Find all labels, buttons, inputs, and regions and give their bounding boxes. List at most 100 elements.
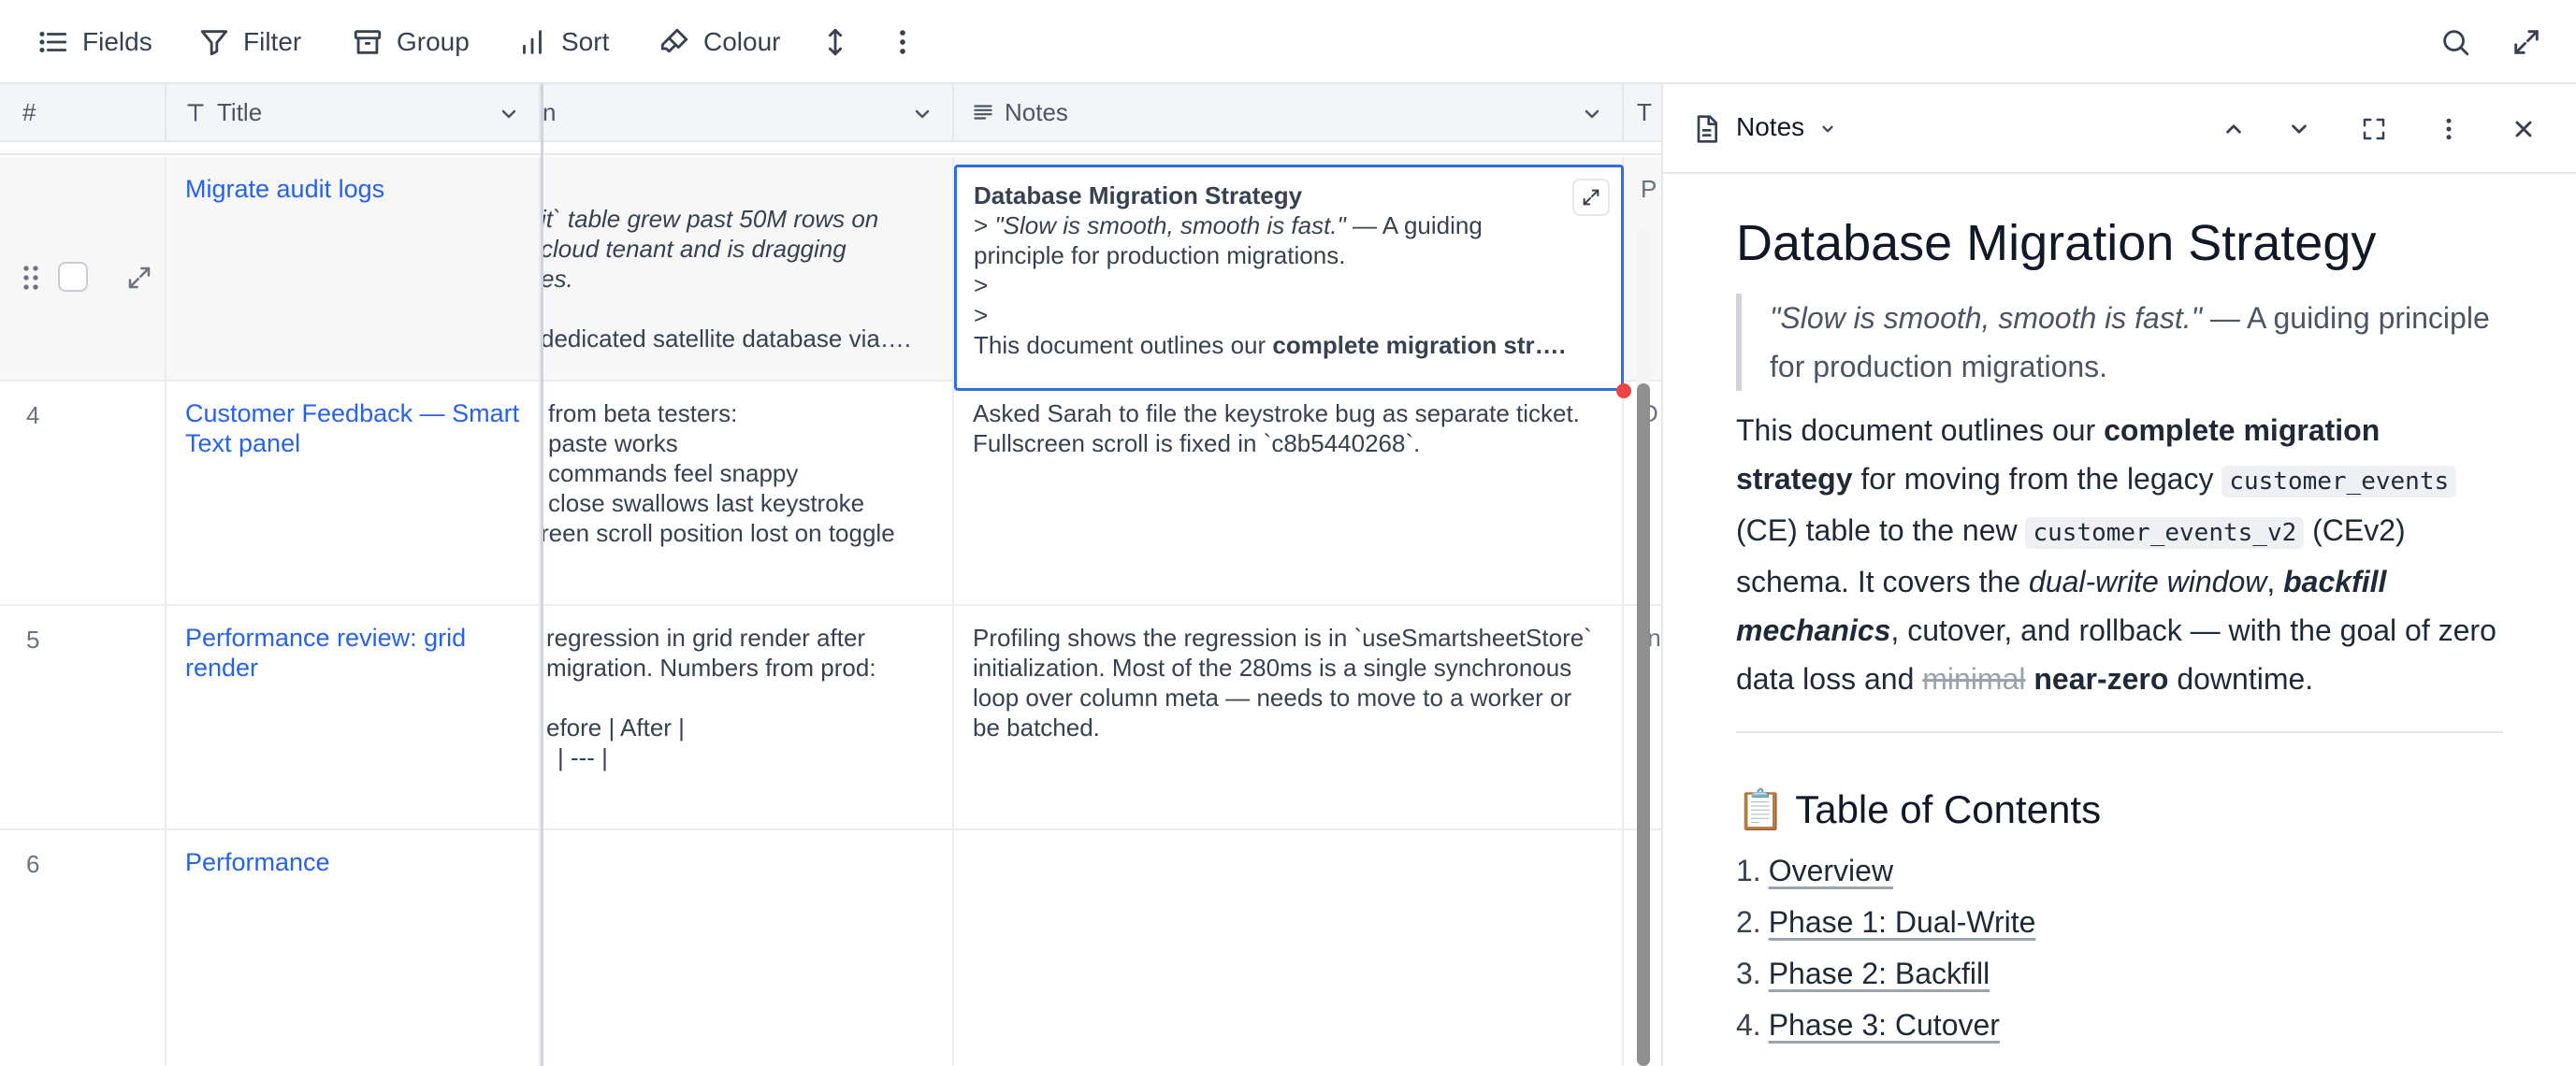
description-cell[interactable] — [541, 830, 954, 1066]
description-line: commands feel snappy — [548, 459, 799, 487]
maximize-button[interactable] — [2357, 112, 2391, 146]
panel-more-button[interactable] — [2432, 112, 2466, 146]
search-button[interactable] — [2439, 21, 2471, 64]
expand-row-icon[interactable] — [125, 264, 153, 292]
active-cell-line: > "Slow is smooth, smooth is fast." — A … — [974, 210, 1604, 240]
previous-record-button[interactable] — [2217, 112, 2250, 146]
more-options-button[interactable] — [887, 21, 919, 64]
table-row[interactable]: 4 Customer Feedback — Smart Text panel f… — [0, 382, 1661, 606]
header-description-label: n — [543, 97, 557, 126]
chevron-down-icon[interactable] — [1581, 103, 1603, 125]
toc-link[interactable]: Overview — [1769, 854, 1893, 887]
next-record-button[interactable] — [2282, 112, 2316, 146]
chevron-down-icon[interactable] — [498, 103, 520, 125]
title-cell[interactable]: Performance review: grid render — [166, 606, 541, 828]
quote-rest: — A guiding — [1345, 211, 1483, 239]
title-link[interactable]: Performance review: grid render — [185, 624, 466, 682]
rich-text-document[interactable]: Database Migration Strategy "Slow is smo… — [1736, 213, 2503, 1051]
quote-marker: > — [974, 211, 995, 239]
notes-cell[interactable] — [954, 830, 1624, 1066]
title-link[interactable]: Customer Feedback — Smart Text panel — [185, 399, 519, 457]
active-cell-line: > — [974, 301, 989, 329]
panel-header: Notes — [1663, 84, 2576, 174]
description-line — [541, 294, 935, 324]
description-line: | --- | — [557, 743, 608, 771]
row-number-cell: 6 — [0, 830, 166, 1066]
row-number: 6 — [26, 850, 40, 878]
expand-icon — [2514, 30, 2539, 54]
toc-heading: 📋 Table of Contents — [1736, 787, 2102, 831]
title-cell[interactable]: Performance — [166, 830, 541, 1066]
fill-handle[interactable] — [1616, 383, 1631, 398]
toc-link[interactable]: Phase 2: Backfill — [1769, 957, 1990, 990]
description-line: migration. Numbers from prod: — [546, 654, 876, 682]
chevron-down-icon[interactable] — [911, 103, 933, 125]
drag-handle-icon[interactable] — [21, 264, 41, 292]
toc-number: 1. — [1736, 854, 1761, 887]
quote-italic: "Slow is smooth, smooth is fast." — [1770, 301, 2202, 335]
description-cell[interactable]: it` table grew past 50M rows on cloud te… — [541, 157, 954, 380]
toc-item: 1. Overview — [1736, 845, 2503, 897]
fields-button[interactable]: Fields — [37, 21, 152, 64]
fullscreen-button[interactable] — [2511, 21, 2542, 64]
description-line: es. — [541, 265, 573, 293]
table-row[interactable]: 6 Performance — [0, 830, 1661, 1066]
sort-label: Sort — [561, 27, 610, 56]
notes-cell[interactable]: Profiling shows the regression is in `us… — [954, 606, 1624, 828]
frozen-column-divider — [541, 84, 543, 1066]
header-extra[interactable]: T — [1624, 84, 1661, 142]
title-link[interactable]: Migrate audit logs — [185, 175, 384, 203]
header-extra-label: T — [1637, 97, 1652, 126]
line-text: This document outlines our — [974, 331, 1273, 359]
header-description[interactable]: n — [541, 84, 954, 142]
inline-code: customer_events — [2221, 466, 2457, 497]
filter-button[interactable]: Filter — [198, 21, 301, 64]
description-cell[interactable]: from beta testers: paste works commands … — [541, 382, 954, 604]
panel-field-selector[interactable]: Notes — [1736, 112, 1836, 142]
vertical-scrollbar-thumb[interactable] — [1637, 383, 1650, 1066]
notes-cell[interactable]: Asked Sarah to file the keystroke bug as… — [954, 382, 1624, 604]
title-cell[interactable]: Migrate audit logs — [166, 157, 541, 380]
toc-link[interactable]: Phase 1: Dual-Write — [1769, 905, 2036, 939]
active-cell-line: This document outlines our complete migr… — [974, 330, 1604, 360]
title-cell[interactable]: Customer Feedback — Smart Text panel — [166, 382, 541, 604]
description-line: regression in grid render after — [546, 624, 866, 652]
description-line: from beta testers: — [548, 399, 738, 427]
description-cell[interactable]: regression in grid render after migratio… — [541, 606, 954, 828]
panel-title: Notes — [1736, 112, 1805, 141]
description-line: efore | After | — [546, 713, 685, 742]
notes-text: Profiling shows the regression is in `us… — [973, 624, 1592, 742]
chevron-down-icon — [2292, 124, 2307, 134]
title-link[interactable]: Performance — [185, 848, 330, 876]
line-bold-text: complete migration str…. — [1272, 331, 1566, 359]
text: (CE) table to the new — [1736, 513, 2026, 547]
document-heading: Database Migration Strategy — [1736, 215, 2377, 271]
toolbar: Fields Filter Group Sort Colour — [0, 0, 2576, 84]
description-text: regression in grid render after migratio… — [546, 623, 935, 772]
table-row[interactable]: 5 Performance review: grid render regres… — [0, 606, 1661, 830]
toc-item: 2. Phase 1: Dual-Write — [1736, 897, 2503, 948]
header-number: # — [0, 84, 166, 142]
row-number: 5 — [26, 626, 40, 654]
description-line: dedicated satellite database via…. — [541, 324, 912, 353]
group-button[interactable]: Group — [352, 21, 470, 64]
toc-link[interactable]: Phase 3: Cutover — [1769, 1008, 2000, 1042]
description-line: close swallows last keystroke — [548, 489, 865, 517]
header-title[interactable]: Title — [166, 84, 541, 142]
toc-number: 2. — [1736, 905, 1761, 939]
colour-button[interactable]: Colour — [658, 21, 780, 64]
inline-code: customer_events_v2 — [2025, 517, 2305, 549]
italic-text: dual-write window — [2029, 565, 2267, 598]
active-notes-cell[interactable]: Database Migration Strategy > "Slow is s… — [954, 165, 1624, 391]
arrow-up-down-icon — [828, 28, 843, 56]
sort-button[interactable]: Sort — [516, 21, 609, 64]
header-notes[interactable]: Notes — [954, 84, 1624, 142]
row-height-button[interactable] — [819, 21, 851, 64]
row-checkbox[interactable] — [58, 262, 88, 292]
close-panel-button[interactable] — [2507, 112, 2540, 146]
expand-cell-button[interactable] — [1572, 179, 1610, 216]
intro-paragraph: This document outlines our complete migr… — [1736, 406, 2503, 703]
notes-text: Asked Sarah to file the keystroke bug as… — [973, 399, 1580, 457]
archive-icon — [354, 30, 382, 54]
data-grid: # Title n Notes T Migrate audit logs it`… — [0, 84, 1661, 1066]
